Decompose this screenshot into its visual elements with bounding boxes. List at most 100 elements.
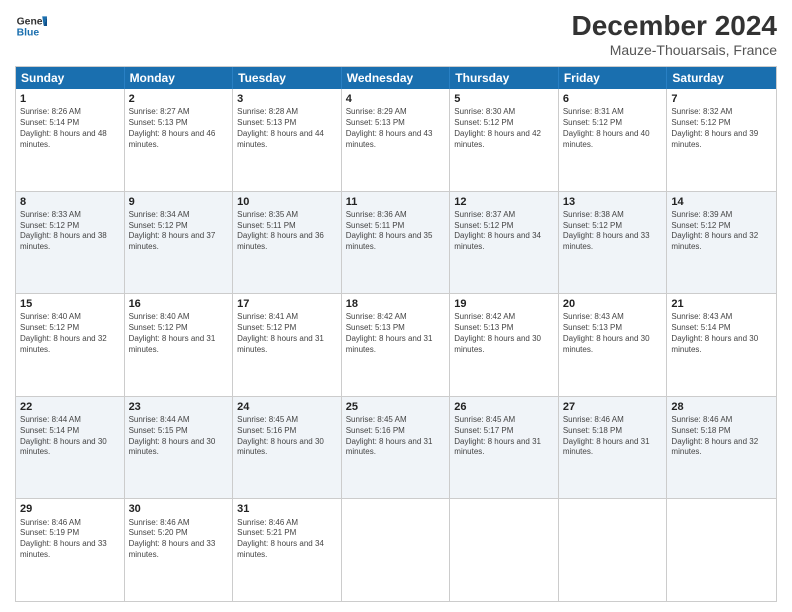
day-number: 9 — [129, 195, 229, 209]
calendar-row: 15Sunrise: 8:40 AMSunset: 5:12 PMDayligh… — [16, 293, 776, 396]
calendar-row: 1Sunrise: 8:26 AMSunset: 5:14 PMDaylight… — [16, 89, 776, 191]
title-block: December 2024 Mauze-Thouarsais, France — [572, 10, 777, 58]
cell-info: Sunrise: 8:35 AMSunset: 5:11 PMDaylight:… — [237, 210, 337, 253]
day-number: 3 — [237, 92, 337, 106]
cell-info: Sunrise: 8:27 AMSunset: 5:13 PMDaylight:… — [129, 107, 229, 150]
calendar-cell: 18Sunrise: 8:42 AMSunset: 5:13 PMDayligh… — [342, 294, 451, 396]
header-day: Wednesday — [342, 67, 451, 89]
calendar-cell: 9Sunrise: 8:34 AMSunset: 5:12 PMDaylight… — [125, 192, 234, 294]
cell-info: Sunrise: 8:44 AMSunset: 5:14 PMDaylight:… — [20, 415, 120, 458]
day-number: 16 — [129, 297, 229, 311]
day-number: 19 — [454, 297, 554, 311]
calendar-row: 8Sunrise: 8:33 AMSunset: 5:12 PMDaylight… — [16, 191, 776, 294]
cell-info: Sunrise: 8:46 AMSunset: 5:20 PMDaylight:… — [129, 518, 229, 561]
svg-text:Blue: Blue — [17, 28, 40, 39]
day-number: 24 — [237, 400, 337, 414]
day-number: 30 — [129, 502, 229, 516]
calendar-cell: 6Sunrise: 8:31 AMSunset: 5:12 PMDaylight… — [559, 89, 668, 191]
cell-info: Sunrise: 8:46 AMSunset: 5:18 PMDaylight:… — [671, 415, 772, 458]
calendar-cell: 8Sunrise: 8:33 AMSunset: 5:12 PMDaylight… — [16, 192, 125, 294]
calendar-cell: 21Sunrise: 8:43 AMSunset: 5:14 PMDayligh… — [667, 294, 776, 396]
header-day: Saturday — [667, 67, 776, 89]
calendar-cell: 1Sunrise: 8:26 AMSunset: 5:14 PMDaylight… — [16, 89, 125, 191]
day-number: 23 — [129, 400, 229, 414]
cell-info: Sunrise: 8:42 AMSunset: 5:13 PMDaylight:… — [454, 312, 554, 355]
header-day: Friday — [559, 67, 668, 89]
cell-info: Sunrise: 8:40 AMSunset: 5:12 PMDaylight:… — [129, 312, 229, 355]
calendar-cell: 10Sunrise: 8:35 AMSunset: 5:11 PMDayligh… — [233, 192, 342, 294]
month-title: December 2024 — [572, 10, 777, 42]
calendar-cell: 12Sunrise: 8:37 AMSunset: 5:12 PMDayligh… — [450, 192, 559, 294]
day-number: 18 — [346, 297, 446, 311]
cell-info: Sunrise: 8:46 AMSunset: 5:18 PMDaylight:… — [563, 415, 663, 458]
cell-info: Sunrise: 8:36 AMSunset: 5:11 PMDaylight:… — [346, 210, 446, 253]
calendar-cell: 3Sunrise: 8:28 AMSunset: 5:13 PMDaylight… — [233, 89, 342, 191]
cell-info: Sunrise: 8:46 AMSunset: 5:21 PMDaylight:… — [237, 518, 337, 561]
svg-text:General: General — [17, 16, 47, 27]
page: General Blue December 2024 Mauze-Thouars… — [0, 0, 792, 612]
calendar-cell — [342, 499, 451, 601]
day-number: 6 — [563, 92, 663, 106]
calendar-row: 22Sunrise: 8:44 AMSunset: 5:14 PMDayligh… — [16, 396, 776, 499]
calendar-cell: 29 Sunrise: 8:46 AMSunset: 5:19 PMDayligh… — [16, 499, 125, 601]
cell-info: Sunrise: 8:32 AMSunset: 5:12 PMDaylight:… — [671, 107, 772, 150]
cell-info: Sunrise: 8:46 AMSunset: 5:19 PMDaylight:… — [20, 518, 120, 561]
calendar-cell: 4Sunrise: 8:29 AMSunset: 5:13 PMDaylight… — [342, 89, 451, 191]
cell-info: Sunrise: 8:26 AMSunset: 5:14 PMDaylight:… — [20, 107, 120, 150]
calendar-cell: 30 Sunrise: 8:46 AMSunset: 5:20 PMDayligh… — [125, 499, 234, 601]
calendar-cell: 2Sunrise: 8:27 AMSunset: 5:13 PMDaylight… — [125, 89, 234, 191]
cell-info: Sunrise: 8:42 AMSunset: 5:13 PMDaylight:… — [346, 312, 446, 355]
calendar-cell: 20Sunrise: 8:43 AMSunset: 5:13 PMDayligh… — [559, 294, 668, 396]
day-number: 14 — [671, 195, 772, 209]
cell-info: Sunrise: 8:41 AMSunset: 5:12 PMDaylight:… — [237, 312, 337, 355]
header-day: Tuesday — [233, 67, 342, 89]
calendar-cell: 11Sunrise: 8:36 AMSunset: 5:11 PMDayligh… — [342, 192, 451, 294]
calendar-cell: 23Sunrise: 8:44 AMSunset: 5:15 PMDayligh… — [125, 397, 234, 499]
day-number: 4 — [346, 92, 446, 106]
day-number: 12 — [454, 195, 554, 209]
cell-info: Sunrise: 8:30 AMSunset: 5:12 PMDaylight:… — [454, 107, 554, 150]
cell-info: Sunrise: 8:31 AMSunset: 5:12 PMDaylight:… — [563, 107, 663, 150]
cell-info: Sunrise: 8:45 AMSunset: 5:16 PMDaylight:… — [346, 415, 446, 458]
logo: General Blue — [15, 10, 47, 42]
calendar-cell: 15Sunrise: 8:40 AMSunset: 5:12 PMDayligh… — [16, 294, 125, 396]
day-number: 27 — [563, 400, 663, 414]
day-number: 5 — [454, 92, 554, 106]
cell-info: Sunrise: 8:43 AMSunset: 5:14 PMDaylight:… — [671, 312, 772, 355]
calendar-cell — [667, 499, 776, 601]
day-number: 17 — [237, 297, 337, 311]
cell-info: Sunrise: 8:38 AMSunset: 5:12 PMDaylight:… — [563, 210, 663, 253]
calendar-row: 29 Sunrise: 8:46 AMSunset: 5:19 PMDayligh… — [16, 498, 776, 601]
header-day: Thursday — [450, 67, 559, 89]
day-number: 28 — [671, 400, 772, 414]
calendar-cell: 16Sunrise: 8:40 AMSunset: 5:12 PMDayligh… — [125, 294, 234, 396]
cell-info: Sunrise: 8:33 AMSunset: 5:12 PMDaylight:… — [20, 210, 120, 253]
calendar-cell: 17Sunrise: 8:41 AMSunset: 5:12 PMDayligh… — [233, 294, 342, 396]
day-number: 8 — [20, 195, 120, 209]
calendar-cell — [559, 499, 668, 601]
cell-info: Sunrise: 8:40 AMSunset: 5:12 PMDaylight:… — [20, 312, 120, 355]
calendar-body: 1Sunrise: 8:26 AMSunset: 5:14 PMDaylight… — [16, 89, 776, 601]
cell-info: Sunrise: 8:28 AMSunset: 5:13 PMDaylight:… — [237, 107, 337, 150]
cell-info: Sunrise: 8:29 AMSunset: 5:13 PMDaylight:… — [346, 107, 446, 150]
calendar-cell: 22Sunrise: 8:44 AMSunset: 5:14 PMDayligh… — [16, 397, 125, 499]
cell-info: Sunrise: 8:39 AMSunset: 5:12 PMDaylight:… — [671, 210, 772, 253]
day-number: 7 — [671, 92, 772, 106]
day-number: 29 — [20, 502, 120, 516]
day-number: 26 — [454, 400, 554, 414]
day-number: 31 — [237, 502, 337, 516]
cell-info: Sunrise: 8:44 AMSunset: 5:15 PMDaylight:… — [129, 415, 229, 458]
calendar-cell: 5Sunrise: 8:30 AMSunset: 5:12 PMDaylight… — [450, 89, 559, 191]
day-number: 25 — [346, 400, 446, 414]
calendar-header: SundayMondayTuesdayWednesdayThursdayFrid… — [16, 67, 776, 89]
day-number: 1 — [20, 92, 120, 106]
calendar-cell: 24Sunrise: 8:45 AMSunset: 5:16 PMDayligh… — [233, 397, 342, 499]
header: General Blue December 2024 Mauze-Thouars… — [15, 10, 777, 58]
cell-info: Sunrise: 8:45 AMSunset: 5:17 PMDaylight:… — [454, 415, 554, 458]
day-number: 15 — [20, 297, 120, 311]
day-number: 20 — [563, 297, 663, 311]
day-number: 10 — [237, 195, 337, 209]
calendar-cell: 27Sunrise: 8:46 AMSunset: 5:18 PMDayligh… — [559, 397, 668, 499]
cell-info: Sunrise: 8:34 AMSunset: 5:12 PMDaylight:… — [129, 210, 229, 253]
cell-info: Sunrise: 8:45 AMSunset: 5:16 PMDaylight:… — [237, 415, 337, 458]
